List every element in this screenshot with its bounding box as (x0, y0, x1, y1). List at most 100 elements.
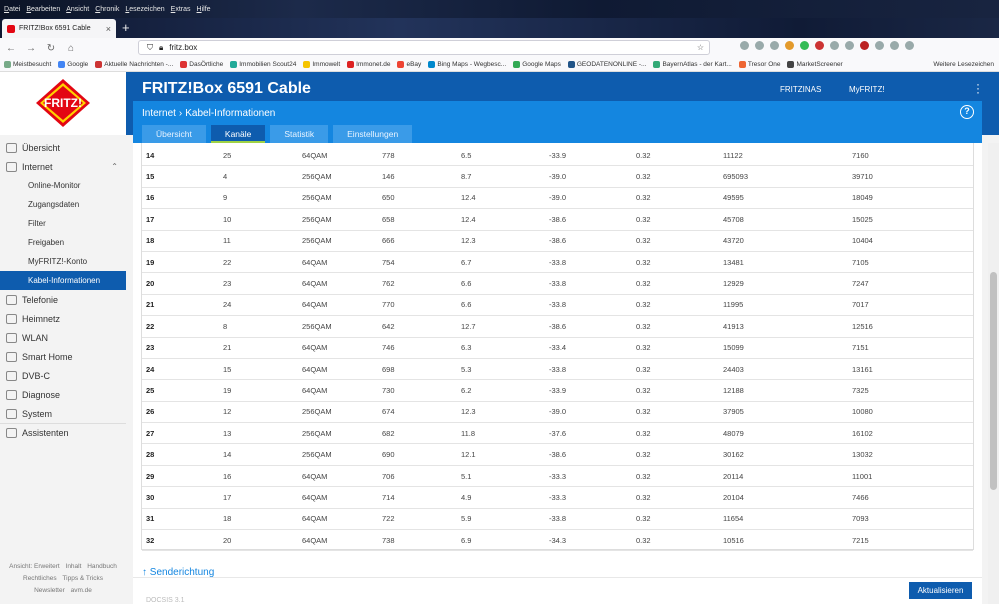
sidebar-item-zugangsdaten[interactable]: Zugangsdaten (0, 195, 126, 214)
table-cell: 48079 (723, 428, 744, 438)
sidebar-item-kabel-informationen[interactable]: Kabel-Informationen (0, 271, 126, 290)
myfritz-link[interactable]: MyFRITZ! (849, 85, 885, 94)
sidebar-item-telefonie[interactable]: Telefonie (0, 290, 126, 309)
table-cell: 22 (146, 321, 155, 331)
sidebar-item-wlan[interactable]: WLAN (0, 328, 126, 347)
reload-icon[interactable]: ↻ (42, 43, 60, 54)
chevron-up-icon[interactable]: ⌃ (111, 162, 118, 171)
extension-icon[interactable] (890, 41, 899, 50)
view-mode-link[interactable]: Ansicht: Erweitert (9, 563, 60, 570)
sidebar-item-filter[interactable]: Filter (0, 214, 126, 233)
extension-icon[interactable] (800, 41, 809, 50)
scrollbar-thumb[interactable] (990, 272, 997, 490)
bookmark-label: Immobilien Scout24 (239, 61, 297, 68)
bookmark-item[interactable]: eBay (397, 61, 421, 68)
sidebar-item-myfritz-konto[interactable]: MyFRITZ!-Konto (0, 252, 126, 271)
table-row: 30 17 64QAM 714 4.9 -33.3 0.32 20104 7466 (142, 487, 973, 509)
bookmark-item[interactable]: Immonet.de (347, 61, 390, 68)
table-cell: 27 (146, 428, 155, 438)
sidebar-item-internet[interactable]: Internet ⌃ (0, 157, 126, 176)
upstream-section-link[interactable]: ↑ Senderichtung (142, 567, 214, 578)
bookmark-item[interactable]: Meistbesucht (4, 61, 51, 68)
extension-icon[interactable] (785, 41, 794, 50)
bookmark-item[interactable]: DasÖrtliche (180, 61, 223, 68)
tab-uebersicht[interactable]: Übersicht (142, 125, 206, 143)
extension-icon[interactable] (830, 41, 839, 50)
sidebar-item-assistenten[interactable]: Assistenten (0, 423, 126, 442)
menu-item-datei[interactable]: Datei (4, 6, 20, 13)
sidebar-item-label: WLAN (22, 332, 49, 343)
extension-icon[interactable] (875, 41, 884, 50)
sidebar-item-freigaben[interactable]: Freigaben (0, 233, 126, 252)
sidebar-item-online-monitor[interactable]: Online-Monitor (0, 176, 126, 195)
bookmark-item[interactable]: Google Maps (513, 61, 561, 68)
home-icon[interactable]: ⌂ (62, 43, 80, 54)
content-link[interactable]: Inhalt (66, 563, 82, 570)
extension-icon[interactable] (755, 41, 764, 50)
menu-item-ansicht[interactable]: Ansicht (66, 6, 89, 13)
menu-item-extras[interactable]: Extras (171, 6, 191, 13)
tips-link[interactable]: Tipps & Tricks (62, 575, 103, 582)
sidebar-item-dvb-c[interactable]: DVB-C (0, 366, 126, 385)
bookmark-star-icon[interactable]: ☆ (697, 43, 704, 52)
sidebar-item-heimnetz[interactable]: Heimnetz (0, 309, 126, 328)
bookmark-item[interactable]: BayernAtlas - der Kart... (653, 61, 732, 68)
bookmark-item[interactable]: GEODATENONLINE -... (567, 61, 646, 68)
bookmark-item[interactable]: Google (58, 61, 88, 68)
tab-einstellungen[interactable]: Einstellungen (333, 125, 413, 143)
table-cell: 695093 (723, 172, 749, 182)
url-text[interactable]: fritz.box (169, 43, 197, 52)
url-bar[interactable]: ⛉ 🔒︎ fritz.box ☆ (138, 40, 710, 55)
bookmark-item[interactable]: Bing Maps - Wegbesc... (428, 61, 506, 68)
fritzinas-link[interactable]: FRITZINAS (780, 85, 821, 94)
browser-tab-fritzbox[interactable]: FRITZ!Box 6591 Cable × (2, 19, 116, 38)
menu-item-bearbeiten[interactable]: Bearbeiten (26, 6, 60, 13)
table-cell: 7325 (852, 385, 869, 395)
back-arrow-icon[interactable]: ← (2, 43, 20, 54)
other-bookmarks-folder[interactable]: Weitere Lesezeichen (933, 61, 994, 68)
content-tabs: Übersicht Kanäle Statistik Einstellungen (142, 125, 413, 143)
table-cell: 6.7 (461, 257, 472, 267)
fritz-logo[interactable]: FRITZ! (35, 78, 91, 128)
breadcrumb-internet[interactable]: Internet (142, 108, 176, 119)
extension-icon[interactable] (815, 41, 824, 50)
lock-icon[interactable]: 🔒︎ (159, 43, 163, 53)
close-icon[interactable]: × (106, 24, 111, 34)
menu-item-hilfe[interactable]: Hilfe (197, 6, 211, 13)
refresh-button[interactable]: Aktualisieren (909, 582, 972, 599)
tab-statistik[interactable]: Statistik (270, 125, 329, 143)
sidebar-item-system[interactable]: System (0, 404, 126, 423)
table-cell: 706 (382, 471, 395, 481)
menu-item-lesezeichen[interactable]: Lesezeichen (125, 6, 164, 13)
shield-icon[interactable]: ⛉ (147, 43, 153, 53)
sidebar-item-diagnose[interactable]: Diagnose (0, 385, 126, 404)
table-cell: 25 (223, 150, 232, 160)
manual-link[interactable]: Handbuch (87, 563, 117, 570)
newsletter-link[interactable]: Newsletter (34, 587, 65, 594)
avm-link[interactable]: avm.de (71, 587, 92, 594)
legal-link[interactable]: Rechtliches (23, 575, 57, 582)
extension-icon[interactable] (860, 41, 869, 50)
more-menu-icon[interactable]: · · · (976, 78, 980, 98)
extension-icon[interactable] (905, 41, 914, 50)
table-cell: -33.4 (549, 343, 567, 353)
bookmark-item[interactable]: MarketScreener (787, 61, 843, 68)
help-icon[interactable]: ? (960, 105, 974, 119)
table-cell: 28 (146, 450, 155, 460)
tab-kanaele[interactable]: Kanäle (210, 125, 266, 143)
forward-arrow-icon[interactable]: → (22, 43, 40, 54)
menu-item-chronik[interactable]: Chronik (95, 6, 119, 13)
sidebar-item-übersicht[interactable]: Übersicht (0, 138, 126, 157)
extension-icon[interactable] (770, 41, 779, 50)
table-cell: 10 (223, 214, 232, 224)
sidebar-item-smart-home[interactable]: Smart Home (0, 347, 126, 366)
bookmark-item[interactable]: Tresor One (738, 61, 780, 68)
extension-icon[interactable] (740, 41, 749, 50)
bookmark-item[interactable]: Immobilien Scout24 (230, 61, 296, 68)
sidebar-item-label: Filter (28, 219, 46, 228)
bookmark-item[interactable]: Aktuelle Nachrichten -... (95, 61, 173, 68)
extension-icon[interactable] (845, 41, 854, 50)
new-tab-plus-icon[interactable]: + (122, 20, 130, 36)
bookmark-item[interactable]: Immowelt (303, 61, 340, 68)
table-row: 21 24 64QAM 770 6.6 -33.8 0.32 11995 7017 (142, 295, 973, 317)
